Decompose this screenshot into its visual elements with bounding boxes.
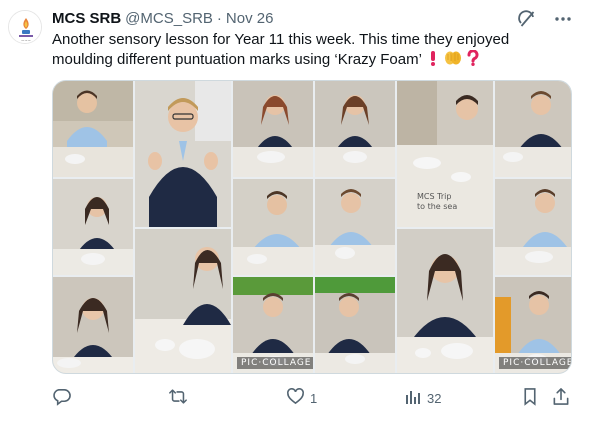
like-count: 1 xyxy=(310,390,318,406)
collage-photo xyxy=(495,81,571,177)
collage-photo xyxy=(135,81,231,227)
share-button[interactable] xyxy=(552,388,570,408)
tweet-text-line-1: Another sensory lesson for Year 11 this … xyxy=(52,31,510,48)
separator-dot: · xyxy=(216,9,222,27)
photo-collage[interactable]: PIC·COLLAGE MCS Trip to the sea PIC·COLL… xyxy=(52,80,572,374)
bookmark-button[interactable] xyxy=(522,388,538,408)
tweet-actions: 1 32 xyxy=(52,388,572,408)
tweet-text-line-2-text: moulding different puntuation marks usin… xyxy=(52,51,422,68)
board-text-svg: MCS Trip xyxy=(417,192,451,201)
tweet-text: Another sensory lesson for Year 11 this … xyxy=(52,30,572,72)
tweet-header: MCS SRB @MCS_SRB · Nov 26 xyxy=(52,9,273,27)
collage-photo xyxy=(315,277,395,373)
tweet-text-line-2: moulding different puntuation marks usin… xyxy=(52,49,572,72)
bookmark-icon xyxy=(522,387,538,409)
collage-watermark: PIC·COLLAGE xyxy=(499,357,571,369)
collage-photo xyxy=(315,81,395,177)
retweet-icon xyxy=(168,387,188,409)
question-emoji xyxy=(466,49,480,72)
reply-button[interactable] xyxy=(52,388,76,408)
like-icon xyxy=(286,387,305,409)
collage-photo: MCS Trip to the sea xyxy=(397,81,493,227)
collage-photo xyxy=(53,179,133,275)
collage-photo: PIC·COLLAGE xyxy=(495,277,571,373)
collage-photo xyxy=(233,179,313,275)
avatar[interactable]: ~~~ xyxy=(8,10,42,44)
user-handle[interactable]: @MCS_SRB xyxy=(125,10,213,27)
display-name[interactable]: MCS SRB xyxy=(52,10,121,27)
collage-photo xyxy=(53,277,133,373)
views-count: 32 xyxy=(427,390,442,406)
more-icon[interactable] xyxy=(552,8,574,30)
collage-watermark: PIC·COLLAGE xyxy=(237,357,313,369)
reply-icon xyxy=(52,387,71,409)
collage-photo xyxy=(315,179,395,275)
collage-photo xyxy=(397,229,493,373)
share-icon xyxy=(552,387,570,409)
collage-photo xyxy=(495,179,571,275)
svg-text:~~~: ~~~ xyxy=(21,38,31,43)
collage-photo xyxy=(233,81,313,177)
header-actions xyxy=(516,8,574,30)
retweet-button[interactable] xyxy=(168,388,193,408)
exclamation-emoji xyxy=(426,50,440,72)
svg-text:to the sea: to the sea xyxy=(417,202,457,211)
views-icon xyxy=(404,388,422,409)
grok-icon[interactable] xyxy=(516,8,538,30)
tweet-card[interactable]: ~~~ MCS SRB @MCS_SRB · Nov 26 Another se… xyxy=(0,0,596,421)
collage-photo xyxy=(53,81,133,177)
views-button[interactable]: 32 xyxy=(404,388,441,408)
like-button[interactable]: 1 xyxy=(286,388,317,408)
hands-emoji xyxy=(444,50,462,72)
collage-photo: PIC·COLLAGE xyxy=(233,277,313,373)
collage-photo xyxy=(135,229,231,373)
tweet-date[interactable]: Nov 26 xyxy=(226,10,274,27)
